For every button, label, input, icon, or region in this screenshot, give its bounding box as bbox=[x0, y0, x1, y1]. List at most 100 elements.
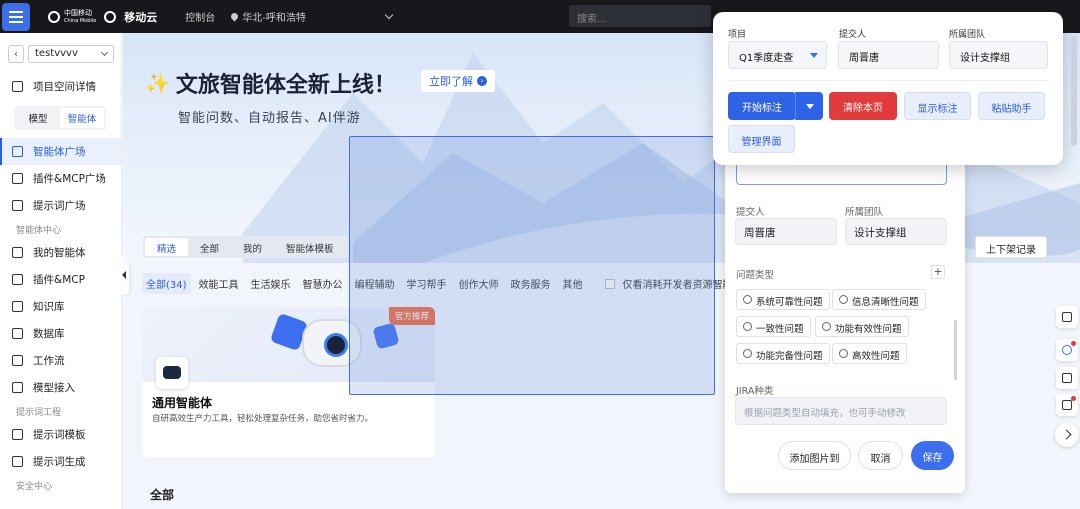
jira-input[interactable]: 根据问题类型自动填充，也可手动修改 bbox=[735, 397, 947, 425]
submitter-field[interactable]: 周晋唐 bbox=[838, 41, 939, 69]
sidebar-item-prompt-template[interactable]: 提示词模板 bbox=[0, 421, 121, 448]
seg-model[interactable]: 模型 bbox=[16, 108, 60, 128]
description-textarea[interactable] bbox=[736, 162, 947, 185]
sidebar-item-label: 我的智能体 bbox=[33, 247, 86, 259]
database-icon bbox=[12, 328, 23, 339]
model-access-icon bbox=[12, 382, 23, 393]
workflow-icon bbox=[12, 355, 23, 366]
home-icon[interactable] bbox=[1056, 306, 1078, 328]
my-agent-icon bbox=[12, 247, 23, 258]
sidebar-item-workflow[interactable]: 工作流 bbox=[0, 347, 121, 374]
back-button[interactable]: ‹ bbox=[8, 45, 24, 63]
radio-icon bbox=[839, 295, 848, 304]
book-icon[interactable] bbox=[1056, 367, 1078, 389]
dropdown-arrow-icon bbox=[810, 53, 818, 58]
filter-office[interactable]: 智慧办公 bbox=[299, 273, 347, 294]
radio-icon bbox=[822, 322, 831, 331]
chevron-down-icon[interactable] bbox=[384, 10, 394, 19]
workspace-select[interactable]: testvvvv bbox=[28, 45, 114, 63]
team-field[interactable]: 设计支撑组 bbox=[845, 218, 947, 245]
prompt-generate-icon bbox=[12, 456, 23, 467]
sidebar-item-database[interactable]: 数据库 bbox=[0, 320, 121, 347]
agent-avatar bbox=[156, 357, 188, 389]
add-image-button[interactable]: 添加图片到 bbox=[778, 441, 851, 470]
prompt-square-icon bbox=[12, 200, 23, 211]
sidebar-item-prompt-square[interactable]: 提示词广场 bbox=[0, 192, 121, 219]
issue-type-radio[interactable]: 系统可靠性问题 bbox=[736, 289, 830, 310]
plugin-square-icon bbox=[12, 173, 23, 184]
annotation-selection-box[interactable] bbox=[349, 136, 715, 395]
sidebar-item-prompt-generate[interactable]: 提示词生成 bbox=[0, 448, 121, 475]
clear-page-button[interactable]: 清除本页 bbox=[829, 92, 897, 120]
arrow-right-icon: › bbox=[477, 76, 487, 86]
grid-icon bbox=[12, 81, 23, 92]
prompt-template-icon bbox=[12, 429, 23, 440]
section-all-title: 全部 bbox=[150, 488, 175, 502]
knowledge-icon bbox=[12, 301, 23, 312]
edit-icon[interactable] bbox=[1056, 394, 1078, 416]
start-annotation-dropdown-icon[interactable] bbox=[795, 92, 823, 120]
project-select[interactable]: Q1季度走查 bbox=[728, 41, 827, 69]
sidebar-item-plugin-square[interactable]: 插件&MCP广场 bbox=[0, 165, 121, 192]
sidebar-item-label: 项目空间详情 bbox=[33, 81, 96, 93]
console-link[interactable]: 控制台 bbox=[185, 9, 215, 24]
mode-switch: 模型 智能体 bbox=[14, 106, 106, 130]
paste-helper-button[interactable]: 粘贴助手 bbox=[978, 92, 1045, 120]
sidebar-item-label: 提示词广场 bbox=[33, 200, 86, 212]
tab-templates[interactable]: 智能体模板 bbox=[274, 238, 346, 256]
start-annotation-button[interactable]: 开始标注 bbox=[728, 92, 796, 120]
sidebar-item-label: 知识库 bbox=[33, 301, 65, 313]
sidebar-item-knowledge[interactable]: 知识库 bbox=[0, 293, 121, 320]
sidebar-item-model-access[interactable]: 模型接入 bbox=[0, 374, 121, 401]
brand-yd: 移动云 bbox=[124, 10, 158, 24]
sidebar-item-plugin[interactable]: 插件&MCP bbox=[0, 266, 121, 293]
sparkle-icon: ✨ bbox=[145, 71, 170, 95]
shelf-record-button[interactable]: 上下架记录 bbox=[975, 236, 1047, 258]
project-value: Q1季度走查 bbox=[739, 53, 794, 64]
filter-all[interactable]: 全部(34) bbox=[142, 273, 191, 294]
menu-icon[interactable] bbox=[2, 2, 30, 31]
issue-type-radio[interactable]: 功能完备性问题 bbox=[736, 343, 830, 364]
filter-efficiency[interactable]: 效能工具 bbox=[195, 273, 243, 294]
cancel-button[interactable]: 取消 bbox=[858, 441, 903, 470]
show-annotation-button[interactable]: 显示标注 bbox=[904, 92, 971, 120]
notification-dot bbox=[1071, 396, 1076, 401]
add-issue-type-icon[interactable]: + bbox=[931, 265, 945, 279]
learn-more-label: 立即了解 bbox=[429, 75, 473, 88]
region-selector[interactable]: 华北-呼和浩特 bbox=[229, 9, 306, 24]
tab-featured[interactable]: 精选 bbox=[145, 238, 189, 256]
search-input[interactable]: 搜索... bbox=[569, 5, 711, 27]
team-field[interactable]: 设计支撑组 bbox=[949, 41, 1048, 69]
yd-logo-icon bbox=[104, 10, 117, 23]
issue-type-label: 问题类型 bbox=[736, 270, 775, 281]
headset-icon[interactable] bbox=[1056, 339, 1078, 361]
form-scrollbar[interactable] bbox=[954, 320, 957, 380]
sidebar-item-project-detail[interactable]: 项目空间详情 bbox=[0, 73, 121, 100]
plugin-icon bbox=[12, 274, 23, 285]
agent-square-icon bbox=[12, 146, 23, 157]
manage-ui-button[interactable]: 管理界面 bbox=[728, 125, 795, 153]
sidebar-item-my-agent[interactable]: 我的智能体 bbox=[0, 239, 121, 266]
tab-all[interactable]: 全部 bbox=[188, 238, 231, 256]
submitter-field[interactable]: 周晋唐 bbox=[735, 218, 837, 245]
page-scrollbar[interactable] bbox=[1071, 36, 1077, 146]
sidebar-item-label: 提示词生成 bbox=[33, 456, 86, 468]
brand-logo[interactable]: 中国移动 China Mobile 移动云 bbox=[48, 9, 157, 25]
issue-type-radio[interactable]: 一致性问题 bbox=[736, 316, 811, 337]
sidebar-item-label: 智能体广场 bbox=[33, 146, 86, 158]
chevron-right-icon[interactable] bbox=[1055, 423, 1079, 447]
tab-mine[interactable]: 我的 bbox=[231, 238, 274, 256]
seg-agent[interactable]: 智能体 bbox=[60, 108, 104, 128]
learn-more-button[interactable]: 立即了解 › bbox=[421, 70, 495, 92]
issue-type-radio[interactable]: 信息清晰性问题 bbox=[832, 289, 926, 310]
sidebar-item-agent-square[interactable]: 智能体广场 bbox=[0, 138, 121, 165]
issue-type-radio[interactable]: 高效性问题 bbox=[832, 343, 907, 364]
tab-bar: 精选 全部 我的 智能体模板 bbox=[143, 236, 348, 258]
sidebar-item-label: 模型接入 bbox=[33, 382, 75, 394]
location-pin-icon bbox=[229, 11, 240, 22]
jira-label: JIRA种类 bbox=[736, 386, 774, 397]
agent-card-desc: 自研高效生产力工具，轻松处理复杂任务，助您省时省力。 bbox=[152, 414, 374, 424]
filter-life[interactable]: 生活娱乐 bbox=[247, 273, 295, 294]
save-button[interactable]: 保存 bbox=[911, 441, 954, 470]
issue-type-radio[interactable]: 功能有效性问题 bbox=[815, 316, 909, 337]
